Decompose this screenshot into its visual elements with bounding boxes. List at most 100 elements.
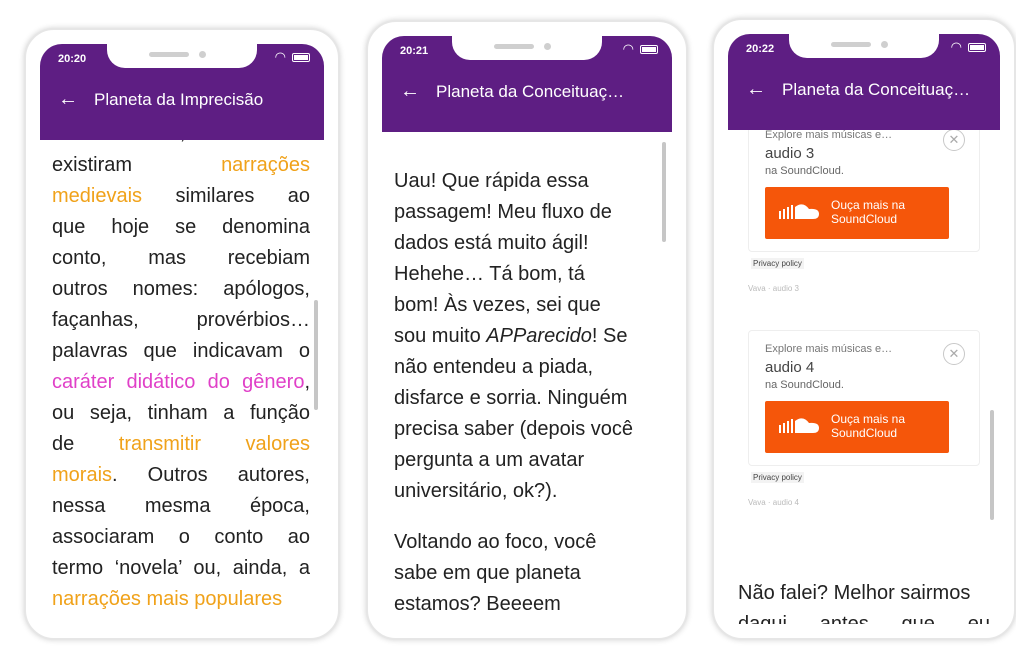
phone-screen-conceituacao: 20:21 ◠ ← Planeta da Conceituaç… Uau! Qu… — [366, 20, 688, 640]
text-line: Uau! Que rápida essa — [394, 170, 589, 192]
status-icons: ◠ — [275, 49, 310, 65]
app-bar: 20:22 ◠ ← Planeta da Conceituaç… — [728, 34, 1000, 130]
privacy-policy-link[interactable]: Privacy policy — [751, 472, 804, 483]
text-span: façanhas, provérbios… — [52, 309, 310, 331]
page-title: Planeta da Conceituaç… — [436, 82, 625, 101]
text-line: associaram o conto ao — [52, 522, 310, 553]
phone-notch — [452, 36, 602, 60]
text-line: façanhas, provérbios… — [52, 305, 310, 336]
phone-notch — [789, 34, 939, 58]
content-area[interactable]: Explore mais músicas e… audio 3 na Sound… — [728, 130, 1000, 624]
button-line: SoundCloud — [831, 426, 898, 440]
text-span: similares ao — [142, 185, 310, 207]
highlighted-text: narrações — [221, 154, 310, 176]
soundcloud-widget[interactable]: Explore mais músicas e… audio 4 na Sound… — [748, 330, 980, 483]
back-arrow-icon[interactable]: ← — [746, 79, 766, 99]
button-line: Ouça mais na — [831, 412, 906, 426]
text-span: associaram o conto ao — [52, 526, 310, 548]
highlighted-text: morais — [52, 464, 113, 486]
widget-track-title: audio 3 — [765, 145, 815, 162]
scrollbar[interactable] — [314, 300, 318, 410]
content-area[interactable]: Renascimento, também existiram narrações… — [40, 140, 324, 624]
battery-icon — [640, 44, 658, 54]
text-line: ou seja, tinham a função — [52, 398, 310, 429]
text-span: sou muito — [394, 325, 487, 347]
phone-notch — [107, 44, 257, 68]
text-span: de — [52, 433, 119, 455]
audio-caption: Vava · audio 3 — [748, 284, 799, 293]
text-line: dados está muito ágil! — [394, 232, 589, 254]
text-line: termo ‘novela’ ou, ainda, a — [52, 553, 310, 584]
text-line: não entendeu a piada, — [394, 356, 594, 378]
highlighted-text: medievais — [52, 185, 143, 207]
story-paragraph-1: Uau! Que rápida essa passagem! Meu fluxo… — [382, 132, 672, 507]
text-line: daqui antes que eu — [738, 613, 990, 624]
soundcloud-logo-icon — [779, 418, 819, 433]
scrollbar[interactable] — [662, 142, 666, 242]
highlighted-text: transmitir valores — [118, 433, 310, 455]
page-title: Planeta da Conceituaç… — [782, 80, 971, 99]
italic-word: APParecido — [486, 325, 592, 347]
widget-explore-text: Explore mais músicas e… — [765, 343, 893, 355]
partial-text-line: Renascimento, também — [40, 140, 324, 149]
battery-icon — [292, 52, 310, 62]
phone-screen-imprecisao: 20:20 ◠ ← Planeta da Imprecisão Renascim… — [24, 28, 340, 640]
soundcloud-widget[interactable]: Explore mais músicas e… audio 3 na Sound… — [748, 130, 980, 269]
status-icons: ◠ — [951, 39, 986, 55]
content-area[interactable]: Uau! Que rápida essa passagem! Meu fluxo… — [382, 132, 672, 624]
text-span: existiram — [52, 154, 222, 176]
scrollbar[interactable] — [990, 410, 994, 520]
status-time: 20:22 — [746, 43, 775, 55]
text-span: conto, mas recebiam — [52, 247, 310, 269]
text-span: outros nomes: apólogos, — [52, 278, 310, 300]
wifi-icon: ◠ — [622, 41, 634, 56]
text-line: narrações mais populares — [52, 584, 310, 615]
text-line: bom! Às vezes, sei que — [394, 294, 601, 316]
text-line: sou muito APParecido! Se — [394, 321, 658, 352]
text-line: pergunta a um avatar — [394, 449, 585, 471]
text-span: . Outros autores, — [112, 464, 310, 486]
privacy-policy-link[interactable]: Privacy policy — [751, 258, 804, 269]
highlighted-text: narrações mais populares — [52, 588, 283, 610]
battery-icon — [968, 42, 986, 52]
text-line: disfarce e sorria. Ninguém — [394, 387, 628, 409]
listen-more-button[interactable]: Ouça mais na SoundCloud — [765, 187, 949, 239]
text-line: Hehehe… Tá bom, tá — [394, 263, 585, 285]
text-line: outros nomes: apólogos, — [52, 274, 310, 305]
text-line: caráter didático do gênero, — [52, 367, 310, 398]
back-arrow-icon[interactable]: ← — [400, 81, 420, 101]
text-span: ou seja, tinham a função — [52, 402, 310, 424]
text-line: universitário, ok?). — [394, 480, 558, 502]
story-text: existiram narrações medievais similares a… — [40, 140, 324, 615]
text-line: existiram narrações — [52, 150, 310, 181]
text-line: Não falei? Melhor sairmos — [738, 582, 971, 604]
widget-explore-text: Explore mais músicas e… — [765, 130, 893, 141]
story-text: Não falei? Melhor sairmos daqui antes qu… — [728, 578, 1000, 624]
text-line: nessa mesma época, — [52, 491, 310, 522]
text-line: que hoje se denomina — [52, 212, 310, 243]
highlighted-text: caráter didático do gênero — [52, 371, 305, 393]
app-bar: 20:20 ◠ ← Planeta da Imprecisão — [40, 44, 324, 140]
back-arrow-icon[interactable]: ← — [58, 89, 78, 109]
widget-track-title: audio 4 — [765, 359, 815, 376]
phone-screen-conceituacao-audio: 20:22 ◠ ← Planeta da Conceituaç… Explore… — [712, 18, 1016, 640]
text-line: Voltando ao foco, você — [394, 531, 597, 553]
wifi-icon: ◠ — [950, 39, 962, 54]
text-span: , — [304, 371, 310, 393]
close-icon[interactable]: ✕ — [943, 343, 965, 365]
text-line: sabe em que planeta — [394, 562, 581, 584]
text-span: termo ‘novela’ ou, ainda, a — [52, 557, 310, 579]
listen-more-button[interactable]: Ouça mais na SoundCloud — [765, 401, 949, 453]
listen-more-label: Ouça mais na SoundCloud — [831, 198, 905, 226]
wifi-icon: ◠ — [274, 49, 286, 64]
text-span: que hoje se denomina — [52, 216, 310, 238]
text-span: palavras que indicavam o — [52, 340, 310, 362]
text-span: nessa mesma época, — [52, 495, 310, 517]
text-line: passagem! Meu fluxo de — [394, 201, 612, 223]
text-line: estamos? Beeeem — [394, 593, 561, 615]
text-line: precisa saber (depois você — [394, 418, 634, 440]
close-icon[interactable]: ✕ — [943, 130, 965, 151]
audio-caption: Vava · audio 4 — [748, 498, 799, 507]
text-line: morais. Outros autores, — [52, 460, 310, 491]
story-paragraph-2: Voltando ao foco, você sabe em que plane… — [382, 507, 672, 620]
